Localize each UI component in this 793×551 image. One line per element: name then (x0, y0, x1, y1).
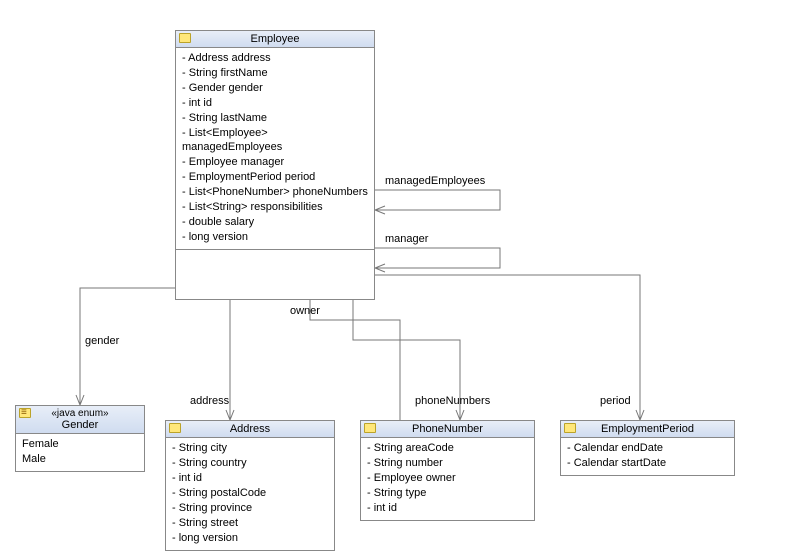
attr: Calendar endDate (567, 441, 728, 455)
enum-literal: Male (22, 452, 138, 466)
class-employee-header: Employee (176, 31, 374, 48)
attr: String lastName (182, 111, 368, 125)
class-icon (179, 33, 191, 43)
attr: int id (172, 471, 328, 485)
class-employee-operations (176, 249, 374, 299)
class-employee-title: Employee (180, 33, 370, 45)
class-phonenumber[interactable]: PhoneNumber String areaCode String numbe… (360, 420, 535, 521)
attr: Calendar startDate (567, 456, 728, 470)
attr: List<PhoneNumber> phoneNumbers (182, 185, 368, 199)
class-employmentperiod-title: EmploymentPeriod (565, 423, 730, 435)
attr: int id (367, 501, 528, 515)
enum-icon (19, 408, 31, 418)
class-address[interactable]: Address String city String country int i… (165, 420, 335, 551)
attr: String areaCode (367, 441, 528, 455)
class-icon (169, 423, 181, 433)
attr: int id (182, 96, 368, 110)
attr: long version (172, 531, 328, 545)
assoc-label-address: address (190, 395, 229, 407)
class-gender-stereotype: «java enum» (20, 408, 140, 419)
attr: Address address (182, 51, 368, 65)
class-gender-title: Gender (20, 419, 140, 431)
class-employmentperiod[interactable]: EmploymentPeriod Calendar endDate Calend… (560, 420, 735, 476)
class-phonenumber-body: String areaCode String number Employee o… (361, 438, 534, 520)
class-phonenumber-header: PhoneNumber (361, 421, 534, 438)
class-icon (564, 423, 576, 433)
assoc-label-gender: gender (85, 335, 119, 347)
class-employmentperiod-body: Calendar endDate Calendar startDate (561, 438, 734, 475)
class-gender-body: Female Male (16, 434, 144, 471)
attr: List<Employee> managedEmployees (182, 126, 368, 154)
class-address-body: String city String country int id String… (166, 438, 334, 550)
class-employee[interactable]: Employee Address address String firstNam… (175, 30, 375, 300)
assoc-label-phonenumbers: phoneNumbers (415, 395, 490, 407)
attr: List<String> responsibilities (182, 200, 368, 214)
attr: String postalCode (172, 486, 328, 500)
attr: Employee owner (367, 471, 528, 485)
attr: long version (182, 230, 368, 244)
attr: String type (367, 486, 528, 500)
assoc-label-managedemployees: managedEmployees (385, 175, 485, 187)
assoc-label-period: period (600, 395, 631, 407)
class-gender-header: «java enum» Gender (16, 406, 144, 434)
attr: String province (172, 501, 328, 515)
attr: String number (367, 456, 528, 470)
class-address-title: Address (170, 423, 330, 435)
class-icon (364, 423, 376, 433)
attr: String country (172, 456, 328, 470)
class-phonenumber-title: PhoneNumber (365, 423, 530, 435)
class-gender[interactable]: «java enum» Gender Female Male (15, 405, 145, 472)
attr: Employee manager (182, 155, 368, 169)
class-employmentperiod-header: EmploymentPeriod (561, 421, 734, 438)
class-address-header: Address (166, 421, 334, 438)
assoc-label-manager: manager (385, 233, 428, 245)
attr: EmploymentPeriod period (182, 170, 368, 184)
attr: String street (172, 516, 328, 530)
attr: Gender gender (182, 81, 368, 95)
class-employee-body: Address address String firstName Gender … (176, 48, 374, 249)
attr: String firstName (182, 66, 368, 80)
assoc-label-owner: owner (290, 305, 320, 317)
attr: String city (172, 441, 328, 455)
attr: double salary (182, 215, 368, 229)
enum-literal: Female (22, 437, 138, 451)
